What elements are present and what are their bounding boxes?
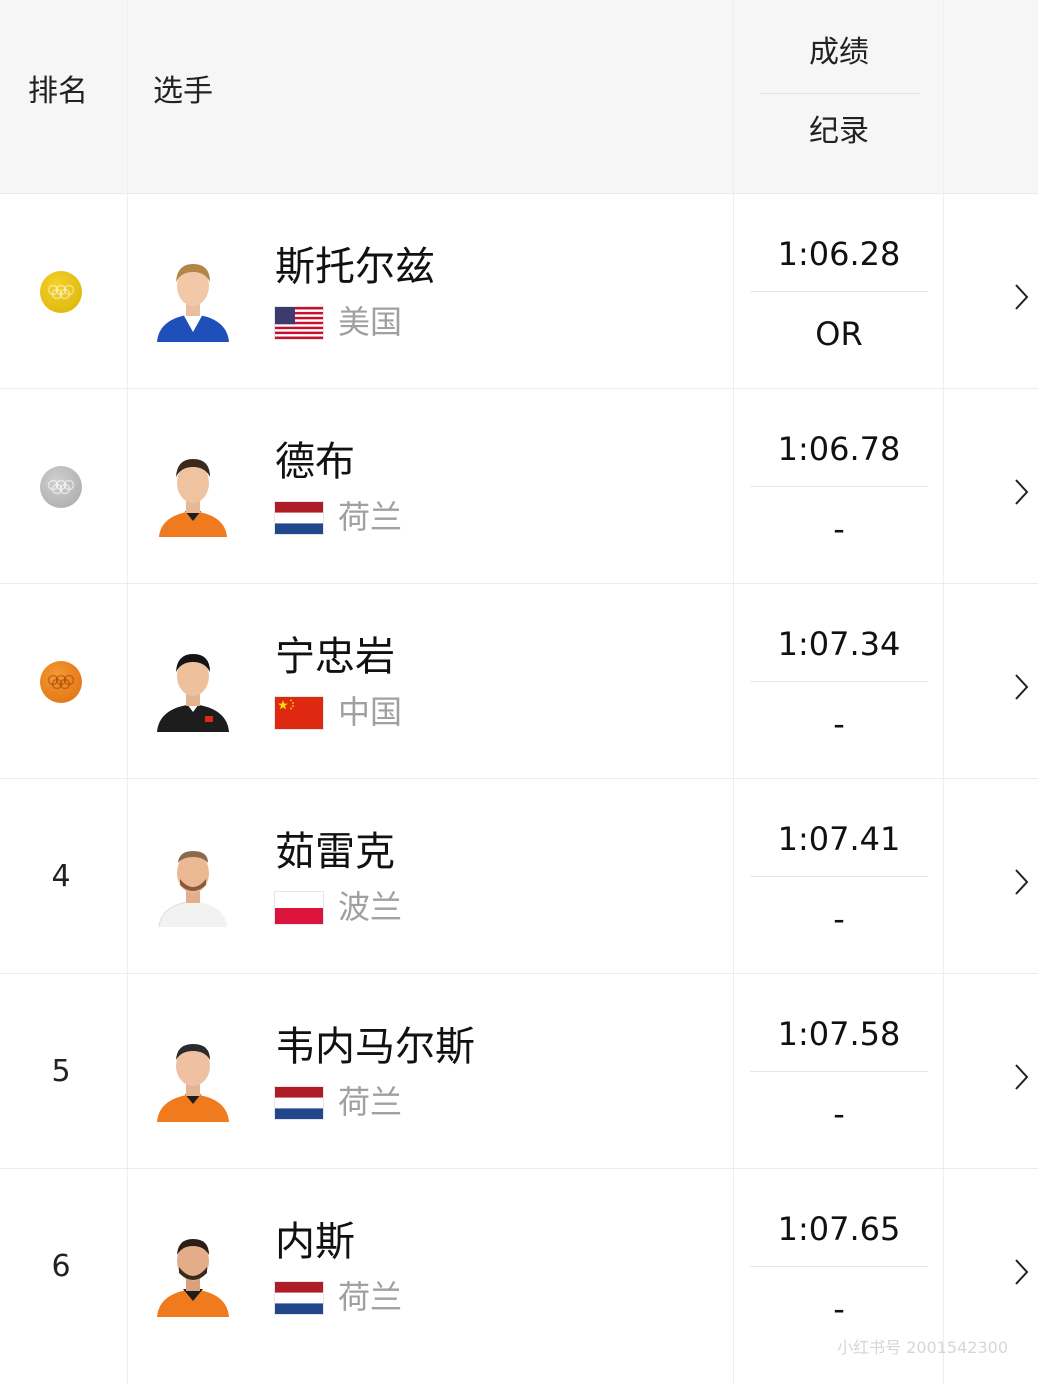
- result-divider: [750, 486, 928, 487]
- result-divider: [750, 291, 928, 292]
- usa-flag-icon: [275, 307, 323, 339]
- athlete-name: 韦内马尔斯: [275, 1024, 475, 1070]
- rank-header: 排名: [28, 74, 88, 109]
- chevron-right-icon[interactable]: [1012, 867, 1030, 897]
- chevron-right-icon[interactable]: [1012, 1062, 1030, 1092]
- chevron-right-icon[interactable]: [1012, 1257, 1030, 1287]
- chevron-right-icon[interactable]: [1012, 282, 1030, 312]
- rank-cell: 6: [0, 1169, 122, 1364]
- record-value: -: [833, 705, 845, 743]
- country-name: 波兰: [338, 888, 403, 926]
- athlete-name: 宁忠岩: [275, 634, 395, 680]
- rank-number: 4: [51, 859, 71, 894]
- result-divider: [750, 876, 928, 877]
- record-header: 纪录: [809, 114, 869, 149]
- rank-cell: [0, 389, 122, 584]
- athlete-avatar: [159, 459, 227, 537]
- rank-number: 5: [51, 1054, 71, 1089]
- athlete-avatar: [157, 264, 229, 342]
- athlete-name: 德布: [275, 439, 355, 485]
- athlete-avatar: [157, 1044, 229, 1122]
- table-row[interactable]: 斯托尔兹 美国 1:06.28 OR: [0, 193, 1038, 388]
- athlete-header: 选手: [153, 74, 213, 109]
- country-name: 荷兰: [338, 1083, 403, 1121]
- rank-cell: [0, 194, 122, 389]
- netherlands-flag-icon: [275, 1282, 323, 1314]
- athlete-name: 内斯: [275, 1219, 355, 1265]
- chevron-right-icon[interactable]: [1012, 672, 1030, 702]
- athlete-avatar: [158, 851, 227, 927]
- country-name: 荷兰: [338, 498, 403, 536]
- table-row[interactable]: 德布 荷兰 1:06.78 -: [0, 388, 1038, 583]
- result-time: 1:06.78: [777, 430, 901, 468]
- record-value: -: [833, 900, 845, 938]
- rank-number: 6: [51, 1249, 71, 1284]
- result-divider: [750, 1266, 928, 1267]
- athlete-name: 茹雷克: [275, 829, 395, 875]
- result-header: 成绩: [809, 35, 869, 70]
- record-value: OR: [815, 315, 863, 353]
- silver-medal-icon: [40, 465, 82, 508]
- bronze-medal-icon: [40, 660, 82, 703]
- watermark: 小红书号 2001542300: [837, 1338, 1008, 1357]
- record-value: -: [833, 1290, 845, 1328]
- athlete-avatar: [157, 654, 229, 732]
- table-row[interactable]: 4 茹雷克 波兰 1:07.41 -: [0, 778, 1038, 973]
- gold-medal-icon: [40, 270, 82, 313]
- poland-flag-icon: [275, 892, 323, 924]
- country-name: 美国: [338, 303, 403, 341]
- table-row[interactable]: 5 韦内马尔斯 荷兰 1:07.58 -: [0, 973, 1038, 1168]
- result-time: 1:07.34: [777, 625, 901, 663]
- netherlands-flag-icon: [275, 502, 323, 534]
- table-header: 排名 选手 成绩 纪录: [0, 0, 1038, 193]
- chevron-right-icon[interactable]: [1012, 477, 1030, 507]
- result-divider: [750, 681, 928, 682]
- rank-cell: [0, 584, 122, 779]
- result-time: 1:07.41: [777, 820, 901, 858]
- athlete-name: 斯托尔兹: [275, 244, 435, 290]
- result-time: 1:07.65: [777, 1210, 901, 1248]
- result-time: 1:07.58: [777, 1015, 901, 1053]
- results-table: 排名 选手 成绩 纪录 斯托尔兹 美国 1:06.28 OR 德布 荷兰 1:0…: [0, 0, 1038, 1384]
- record-value: -: [833, 510, 845, 548]
- athlete-avatar: [157, 1239, 229, 1317]
- netherlands-flag-icon: [275, 1087, 323, 1119]
- table-row[interactable]: 宁忠岩 中国 1:07.34 -: [0, 583, 1038, 778]
- rank-cell: 5: [0, 974, 122, 1169]
- country-name: 中国: [338, 693, 403, 731]
- result-divider: [750, 1071, 928, 1072]
- result-time: 1:06.28: [777, 235, 901, 273]
- record-value: -: [833, 1095, 845, 1133]
- rank-cell: 4: [0, 779, 122, 974]
- china-flag-icon: [275, 697, 323, 729]
- country-name: 荷兰: [338, 1278, 403, 1316]
- header-divider: [760, 93, 920, 94]
